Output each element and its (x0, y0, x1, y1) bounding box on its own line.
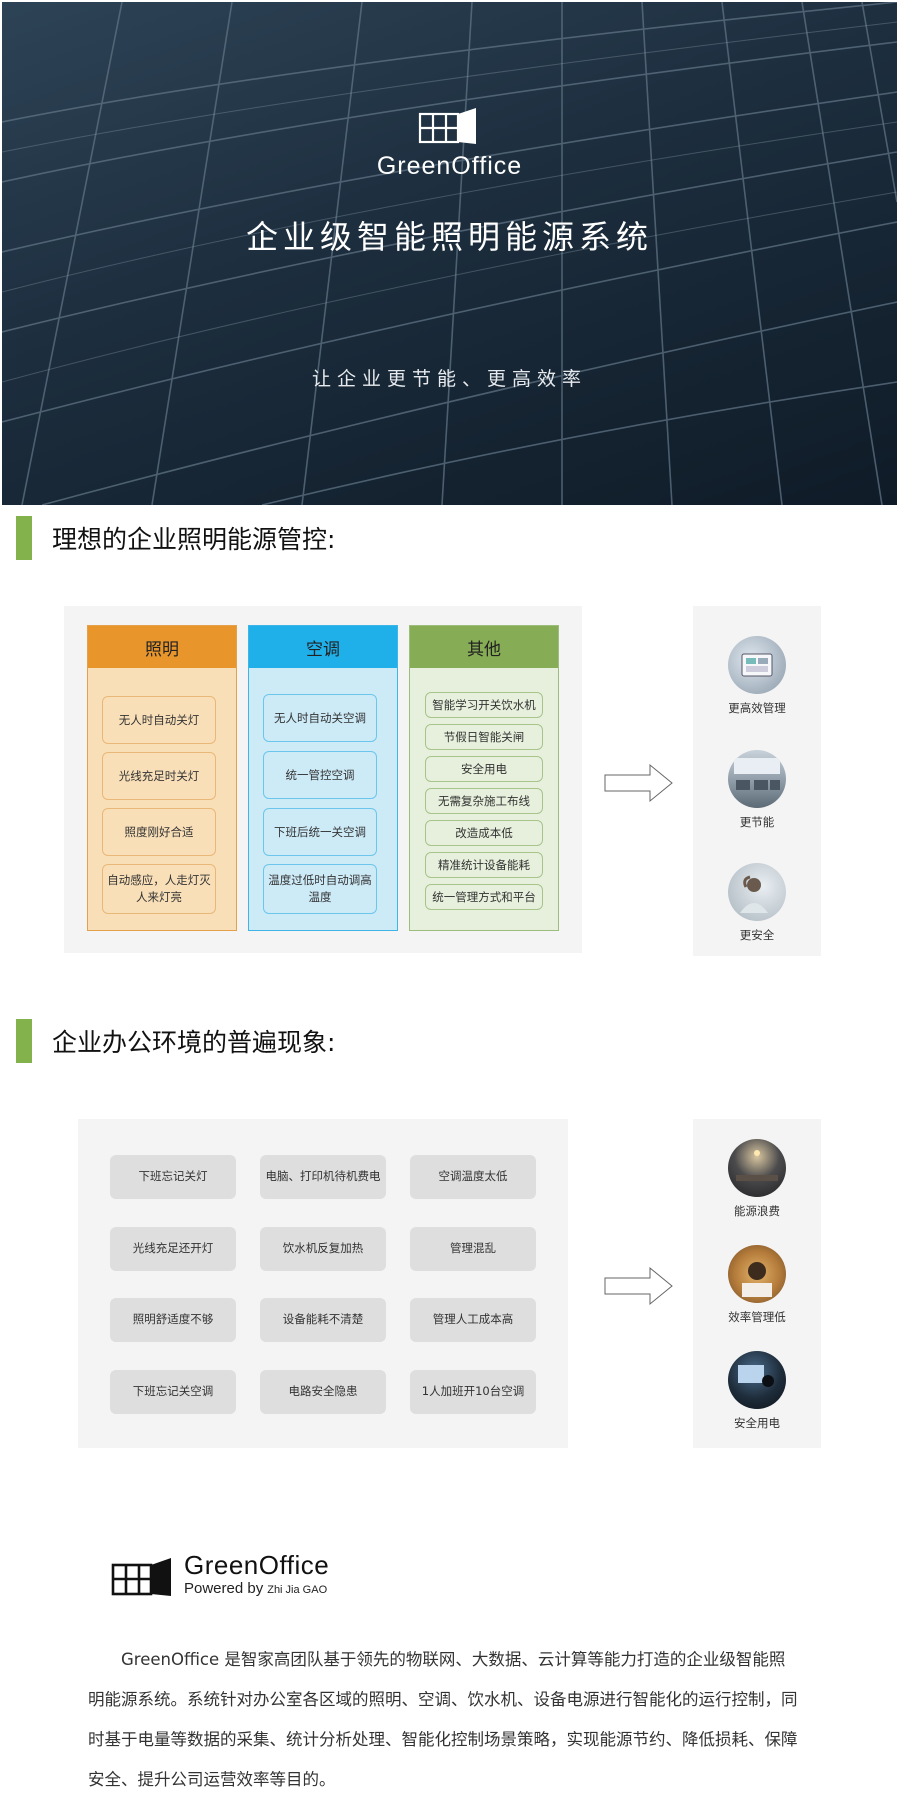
benefit-label: 更安全 (739, 928, 775, 942)
ac-item: 下班后统一关空调 (263, 808, 377, 856)
section-phenomena-header: 企业办公环境的普遍现象: (16, 1019, 335, 1063)
problem-label: 能源浪费 (734, 1204, 780, 1218)
company-name: Zhi Jia GAO (267, 1584, 328, 1596)
hero-title: 企业级智能照明能源系统 (245, 218, 653, 256)
ac-item: 温度过低时自动调高温度 (263, 864, 377, 914)
hero-brand-name: GreenOffice (376, 152, 523, 180)
phenomenon-chip: 电脑、打印机待机费电 (260, 1155, 386, 1199)
lighting-item: 无人时自动关灯 (102, 696, 216, 744)
ac-item: 统一管控空调 (263, 751, 377, 799)
benefit-label: 更高效管理 (728, 701, 786, 715)
benefit-safety: 更安全 (677, 863, 837, 943)
section-ideal-title: 理想的企业照明能源管控: (52, 525, 336, 554)
tablet-dashboard-photo-icon (728, 636, 786, 694)
office-space-photo-icon (728, 750, 786, 808)
greenoffice-footer-logo-icon (111, 1558, 171, 1596)
problem-label: 效率管理低 (728, 1310, 786, 1324)
problem-electric-safety: 安全用电 (677, 1351, 837, 1431)
footer-description: GreenOffice 是智家高团队基于领先的物联网、大数据、云计算等能力打造的… (88, 1650, 798, 1789)
lighting-column-title: 照明 (88, 626, 236, 668)
section-ideal-header: 理想的企业照明能源管控: (16, 516, 335, 560)
section-accent-bar (16, 1019, 32, 1063)
powered-by-label: Powered by (184, 1580, 264, 1597)
other-item: 精准统计设备能耗 (425, 852, 543, 878)
lighting-column: 照明 无人时自动关灯 光线充足时关灯 照度刚好合适 自动感应，人走灯灭人来灯亮 (87, 625, 237, 931)
footer-powered-by: Powered by Zhi Jia GAO (184, 1580, 327, 1597)
benefit-label: 更节能 (739, 815, 775, 829)
phenomenon-chip: 空调温度太低 (410, 1155, 536, 1199)
phenomenon-chip: 下班忘记关空调 (110, 1370, 236, 1414)
other-item: 节假日智能关闸 (425, 724, 543, 750)
lighting-item: 光线充足时关灯 (102, 752, 216, 800)
phenomenon-chip: 1人加班开10台空调 (410, 1370, 536, 1414)
hero-banner: GreenOffice 企业级智能照明能源系统 让企业更节能、更高效率 (2, 2, 897, 505)
footer-brand-name: GreenOffice (184, 1550, 330, 1580)
worker-at-night-photo-icon (728, 1351, 786, 1409)
other-item: 统一管理方式和平台 (425, 884, 543, 910)
problem-label: 安全用电 (734, 1416, 780, 1430)
other-item: 安全用电 (425, 756, 543, 782)
phenomenon-chip: 照明舒适度不够 (110, 1298, 236, 1342)
lighting-item: 照度刚好合适 (102, 808, 216, 856)
right-arrow-icon (604, 763, 673, 803)
relaxed-worker-photo-icon (728, 863, 786, 921)
right-arrow-icon (604, 1266, 673, 1306)
phenomenon-chip: 光线充足还开灯 (110, 1227, 236, 1271)
stressed-worker-photo-icon (728, 1245, 786, 1303)
problem-low-efficiency: 效率管理低 (677, 1245, 837, 1325)
section-phenomena-title: 企业办公环境的普遍现象: (52, 1028, 336, 1057)
dark-office-lamp-photo-icon (728, 1139, 786, 1197)
problem-energy-waste: 能源浪费 (677, 1139, 837, 1219)
ac-column: 空调 无人时自动关空调 统一管控空调 下班后统一关空调 温度过低时自动调高温度 (248, 625, 398, 931)
phenomenon-chip: 设备能耗不清楚 (260, 1298, 386, 1342)
phenomenon-chip: 管理混乱 (410, 1227, 536, 1271)
other-item: 改造成本低 (425, 820, 543, 846)
greenoffice-logo-icon (418, 108, 476, 144)
other-item: 无需复杂施工布线 (425, 788, 543, 814)
other-item: 智能学习开关饮水机 (425, 692, 543, 718)
section-accent-bar (16, 516, 32, 560)
ac-item: 无人时自动关空调 (263, 694, 377, 742)
hero-tagline: 让企业更节能、更高效率 (311, 368, 587, 390)
benefit-energy: 更节能 (677, 750, 837, 830)
phenomenon-chip: 管理人工成本高 (410, 1298, 536, 1342)
other-column: 其他 智能学习开关饮水机 节假日智能关闸 安全用电 无需复杂施工布线 改造成本低… (409, 625, 559, 931)
other-column-title: 其他 (410, 626, 558, 668)
ac-column-title: 空调 (249, 626, 397, 668)
phenomenon-chip: 下班忘记关灯 (110, 1155, 236, 1199)
lighting-item: 自动感应，人走灯灭人来灯亮 (102, 864, 216, 914)
phenomenon-chip: 电路安全隐患 (260, 1370, 386, 1414)
phenomenon-chip: 饮水机反复加热 (260, 1227, 386, 1271)
benefit-efficiency: 更高效管理 (677, 636, 837, 716)
